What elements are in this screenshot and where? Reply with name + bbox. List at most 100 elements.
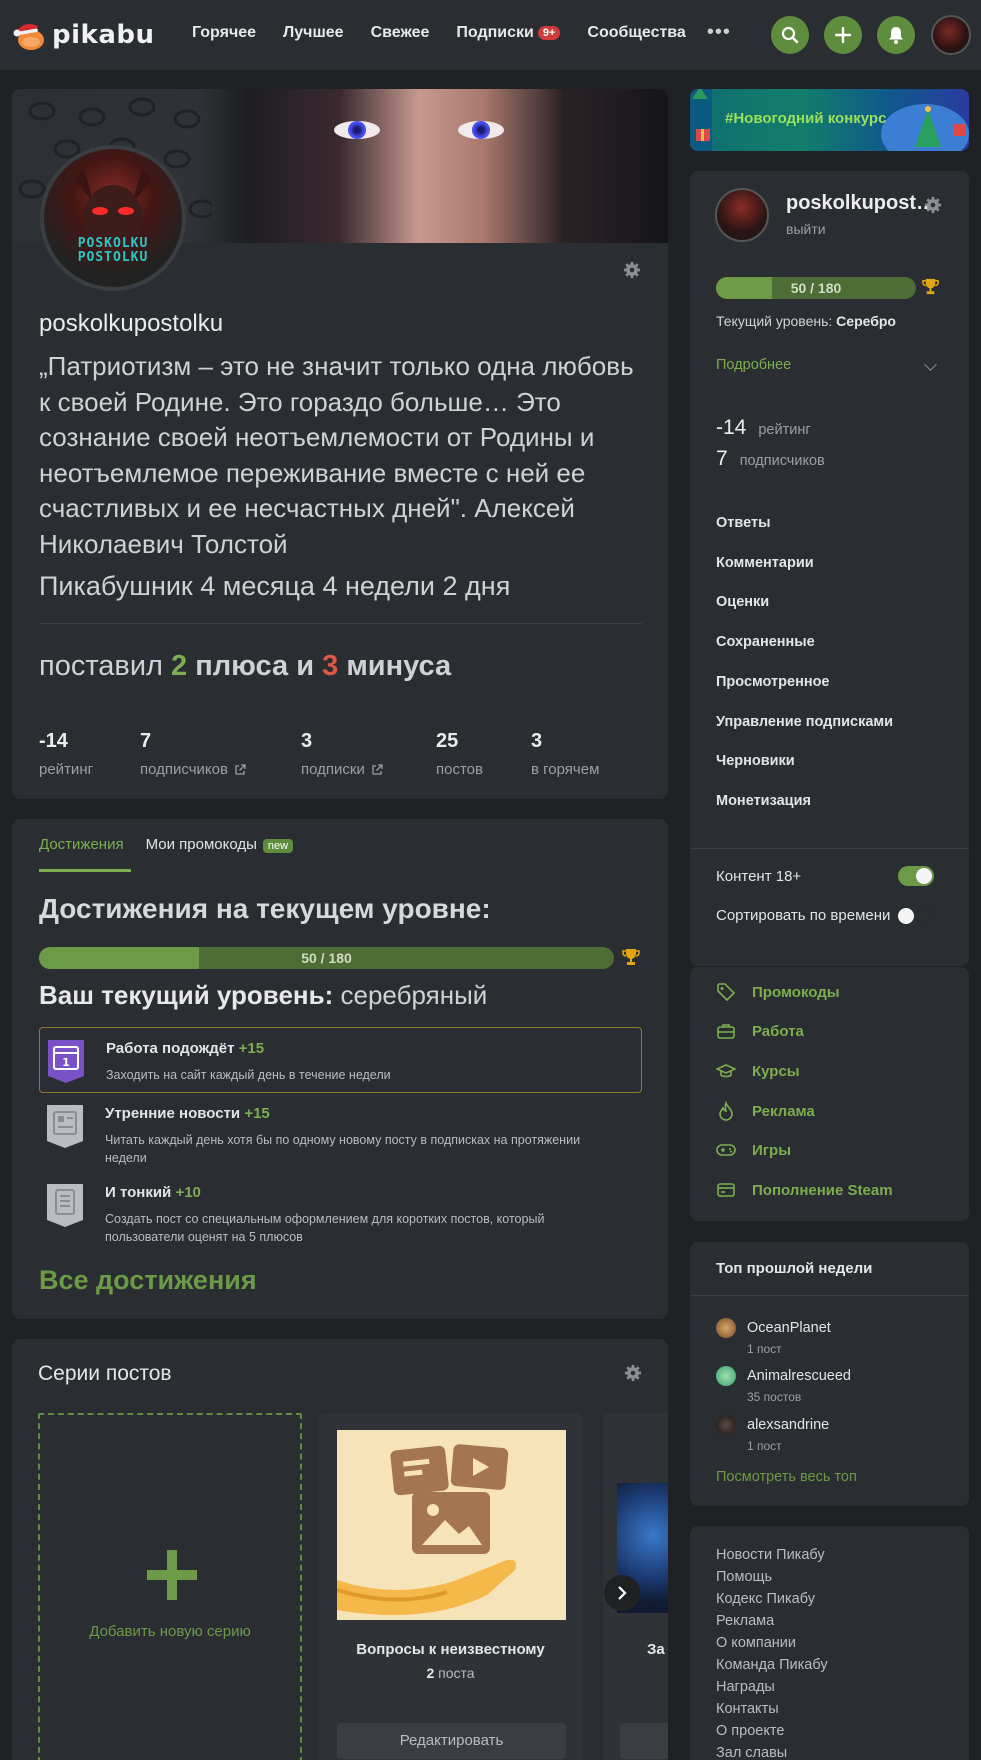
- nav-label: Подписки: [456, 24, 534, 41]
- sort-by-time-toggle[interactable]: [898, 906, 934, 926]
- footer-link[interactable]: Команда Пикабу: [716, 1657, 828, 1673]
- achievements-tabs: Достижения Мои промокоды new: [39, 836, 294, 853]
- footer-link[interactable]: Награды: [716, 1679, 775, 1695]
- footer-link[interactable]: Кодекс Пикабу: [716, 1591, 815, 1607]
- link-label: Курсы: [752, 1062, 800, 1080]
- notifications-button[interactable]: [877, 16, 915, 54]
- sidebar-level: Текущий уровень: Серебро: [716, 313, 896, 329]
- logout-link[interactable]: выйти: [786, 221, 826, 237]
- sidebar-subscribers[interactable]: 7 подписчиков: [716, 447, 825, 471]
- profile-age: Пикабушник 4 месяца 4 недели 2 дня: [39, 571, 511, 601]
- create-post-button[interactable]: [824, 16, 862, 54]
- series-settings-gear-icon[interactable]: [624, 1364, 642, 1382]
- level-label: Текущий уровень:: [716, 313, 833, 329]
- achievement-points: +10: [175, 1184, 201, 1201]
- stat-posts: 25 постов: [436, 730, 483, 778]
- footer-link[interactable]: Новости Пикабу: [716, 1547, 825, 1563]
- series-count-number: 2: [426, 1665, 435, 1681]
- subscriptions-count-badge: 9+: [537, 26, 561, 40]
- stat-value: 25: [436, 730, 459, 752]
- menu-viewed[interactable]: Просмотренное: [716, 674, 830, 690]
- minus-count: 3: [322, 650, 339, 682]
- level-value: серебряный: [340, 980, 488, 1010]
- document-badge-icon: [47, 1184, 83, 1227]
- level-value: Серебро: [836, 313, 896, 329]
- add-series-button[interactable]: Добавить новую серию: [38, 1413, 302, 1760]
- series-next-button[interactable]: [604, 1575, 640, 1611]
- plus-icon: [147, 1550, 197, 1600]
- top-user-count: 1 пост: [747, 1342, 782, 1356]
- graduation-cap-icon: [716, 1064, 736, 1078]
- tab-achievements[interactable]: Достижения: [39, 836, 124, 853]
- plus-icon: [835, 27, 851, 43]
- footer-link[interactable]: О проекте: [716, 1723, 784, 1739]
- menu-manage-subscriptions[interactable]: Управление подписками: [716, 714, 893, 730]
- achievement-desc: Создать пост со специальным оформлением …: [105, 1212, 545, 1244]
- adult-content-toggle[interactable]: [898, 866, 934, 886]
- profile-avatar[interactable]: POSKOLKU POSTOLKU: [40, 145, 186, 291]
- svg-text:1: 1: [62, 1056, 70, 1069]
- edit-series-button[interactable]: [620, 1723, 668, 1759]
- plus-word: плюса и: [195, 650, 315, 682]
- sidebar-avatar[interactable]: [715, 188, 769, 242]
- footer-link[interactable]: Контакты: [716, 1701, 779, 1717]
- nav-best[interactable]: Лучшее: [283, 24, 344, 42]
- level-progress-bar: 50 / 180: [39, 947, 614, 969]
- stat-subscribers[interactable]: 7 подписчиков: [140, 730, 246, 778]
- tab-underline: [39, 869, 131, 872]
- menu-comments[interactable]: Комментарии: [716, 555, 814, 571]
- stat-value: 7: [140, 730, 152, 752]
- stat-subscriptions[interactable]: 3 подписки: [301, 730, 383, 778]
- user-avatar[interactable]: [931, 15, 971, 55]
- link-games[interactable]: Игры: [716, 1140, 791, 1160]
- chevron-right-icon: [618, 1586, 627, 1600]
- see-all-top-link[interactable]: Посмотреть весь топ: [716, 1469, 857, 1485]
- sidebar-username[interactable]: poskolkupost…: [786, 192, 936, 215]
- link-label: Реклама: [752, 1102, 815, 1120]
- promo-banner[interactable]: #Новогодний конкурс: [690, 89, 969, 151]
- external-link-icon: [372, 763, 383, 775]
- footer-link[interactable]: Реклама: [716, 1613, 774, 1629]
- menu-ratings[interactable]: Оценки: [716, 594, 769, 610]
- profile-username: poskolkupostolku: [39, 310, 224, 337]
- link-label: Пополнение Steam: [752, 1181, 893, 1199]
- stat-label: рейтинг: [39, 761, 94, 778]
- link-promocodes[interactable]: Промокоды: [716, 982, 840, 1002]
- nav-label: Горячее: [192, 24, 257, 41]
- menu-saved[interactable]: Сохраненные: [716, 634, 815, 650]
- minus-word: минуса: [346, 650, 452, 682]
- nav-subscriptions[interactable]: Подписки 9+: [456, 24, 561, 42]
- series-item[interactable]: Вопросы к неизвестному 2 поста Редактиро…: [318, 1413, 583, 1760]
- profile-quote: „Патриотизм – это не значит только одна …: [39, 351, 634, 559]
- tab-promocodes[interactable]: Мои промокоды new: [146, 836, 294, 853]
- more-details-link[interactable]: Подробнее: [716, 357, 791, 373]
- search-button[interactable]: [771, 16, 809, 54]
- profile-settings-gear-icon[interactable]: [623, 261, 641, 279]
- link-work[interactable]: Работа: [716, 1021, 804, 1041]
- link-steam-topup[interactable]: Пополнение Steam: [716, 1180, 893, 1200]
- footer-link[interactable]: Помощь: [716, 1569, 772, 1585]
- nav-communities[interactable]: Сообщества: [587, 24, 685, 42]
- menu-monetization[interactable]: Монетизация: [716, 793, 811, 809]
- nav-fresh[interactable]: Свежее: [371, 24, 430, 42]
- all-achievements-link[interactable]: Все достижения: [39, 1265, 257, 1296]
- main-nav: Горячее Лучшее Свежее Подписки 9+ Сообщес…: [192, 22, 731, 42]
- divider: [39, 623, 642, 624]
- series-post-count: 2 поста: [318, 1665, 583, 1681]
- link-courses[interactable]: Курсы: [716, 1061, 800, 1081]
- footer-link[interactable]: Зал славы: [716, 1745, 787, 1760]
- stat-value: -14: [39, 730, 68, 752]
- more-dots-icon[interactable]: •••: [707, 22, 731, 42]
- link-ads[interactable]: Реклама: [716, 1101, 815, 1121]
- top-user-count: 1 пост: [747, 1439, 782, 1453]
- edit-series-button[interactable]: Редактировать: [337, 1723, 566, 1759]
- logo[interactable]: pikabu: [12, 18, 154, 52]
- menu-drafts[interactable]: Черновики: [716, 753, 795, 769]
- card-icon: [717, 1183, 735, 1197]
- current-level: Ваш текущий уровень: серебряный: [39, 980, 487, 1011]
- footer-link[interactable]: О компании: [716, 1635, 796, 1651]
- menu-answers[interactable]: Ответы: [716, 515, 770, 531]
- nav-hot[interactable]: Горячее: [192, 24, 256, 42]
- avatar-text: POSKOLKU POSTOLKU: [77, 236, 149, 265]
- sidebar-settings-gear-icon[interactable]: [924, 196, 942, 214]
